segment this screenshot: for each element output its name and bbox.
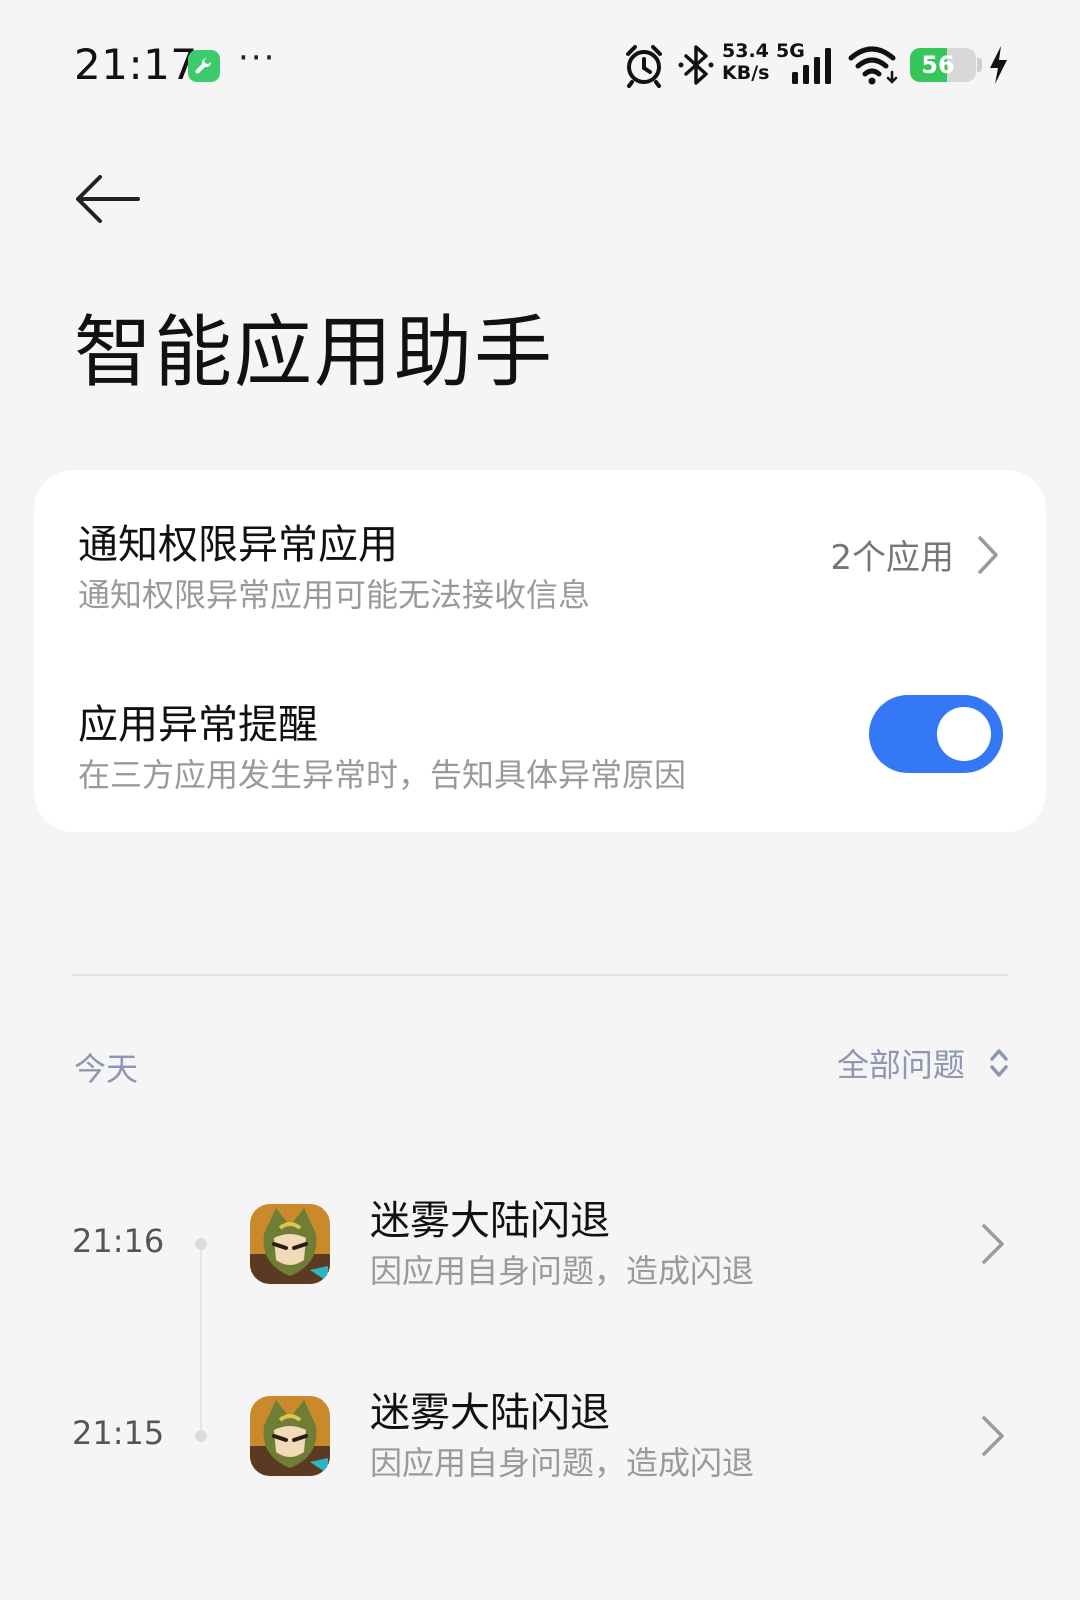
- timeline-dot: [195, 1430, 207, 1442]
- network-speed: 53.4 KB/s: [722, 40, 778, 84]
- alarm-icon: [626, 45, 662, 88]
- anomaly-alert-row: 应用异常提醒 在三方应用发生异常时，告知具体异常原因: [34, 650, 1046, 830]
- charging-icon: [990, 46, 1007, 84]
- chevron-right-icon: [978, 536, 998, 574]
- game-app-icon: [250, 1204, 330, 1284]
- page-title: 智能应用助手: [74, 308, 555, 398]
- battery-level: 56: [921, 51, 955, 79]
- bluetooth-icon: [678, 45, 714, 85]
- status-bar: 21:17 ··· 53.4 KB/s 5G 56: [0, 0, 1080, 130]
- app-notification-icon: [188, 50, 220, 82]
- event-subtitle: 因应用自身问题，造成闪退: [370, 1252, 755, 1290]
- anomaly-alert-subtitle: 在三方应用发生异常时，告知具体异常原因: [78, 756, 687, 794]
- filter-dropdown[interactable]: 全部问题: [837, 1040, 1010, 1086]
- section-date-label: 今天: [74, 1050, 139, 1088]
- divider: [72, 974, 1008, 976]
- chevron-right-icon: [982, 1224, 1004, 1264]
- network-speed-unit: KB/s: [722, 62, 770, 84]
- network-speed-value: 53.4: [722, 40, 769, 62]
- sort-updown-icon: [990, 1049, 1008, 1077]
- event-title: 迷雾大陆闪退: [370, 1198, 610, 1244]
- event-title: 迷雾大陆闪退: [370, 1390, 610, 1436]
- settings-card: 通知权限异常应用 通知权限异常应用可能无法接收信息 2个应用 应用异常提醒 在三…: [34, 470, 1046, 832]
- anomaly-alert-title: 应用异常提醒: [78, 702, 318, 748]
- signal-icon: [792, 48, 831, 84]
- filter-label: 全部问题: [836, 1046, 965, 1084]
- crash-event-item[interactable]: 21:16 迷雾大陆闪退 因应用自身问题，造成闪退: [0, 1178, 1080, 1308]
- battery-icon: 56: [910, 48, 976, 82]
- event-time: 21:16: [72, 1222, 165, 1260]
- event-time: 21:15: [72, 1414, 165, 1452]
- anomaly-alert-toggle[interactable]: [869, 695, 1003, 773]
- crash-event-item[interactable]: 21:15 迷雾大陆闪退 因应用自身问题，造成闪退: [0, 1370, 1080, 1500]
- notification-permission-row[interactable]: 通知权限异常应用 通知权限异常应用可能无法接收信息 2个应用: [34, 470, 1046, 650]
- wifi-icon: [848, 46, 898, 85]
- battery-tip: [977, 58, 982, 72]
- notification-permission-subtitle: 通知权限异常应用可能无法接收信息: [78, 576, 591, 614]
- timeline-dot: [195, 1238, 207, 1250]
- status-time: 21:17: [74, 40, 198, 89]
- notification-permission-count: 2个应用: [830, 538, 954, 578]
- chevron-right-icon: [982, 1416, 1004, 1456]
- notification-permission-title: 通知权限异常应用: [78, 522, 398, 568]
- game-app-icon: [250, 1396, 330, 1476]
- event-subtitle: 因应用自身问题，造成闪退: [370, 1444, 755, 1482]
- toggle-knob: [937, 707, 991, 761]
- back-arrow-icon: [76, 175, 140, 223]
- back-button[interactable]: [70, 170, 146, 230]
- more-notifications-icon: ···: [238, 38, 277, 78]
